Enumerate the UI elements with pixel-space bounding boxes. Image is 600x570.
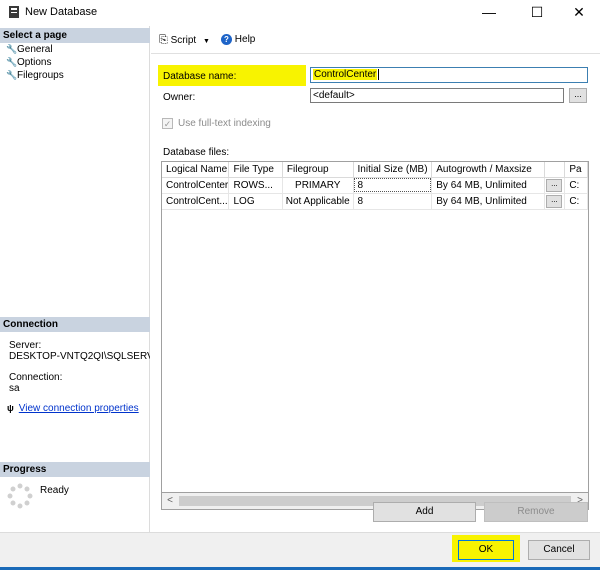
page-item-label: Filegroups bbox=[17, 70, 64, 81]
logical-name-cell[interactable]: ControlCenter bbox=[162, 177, 230, 194]
left-pane: Select a page 🔧General 🔧Options 🔧Filegro… bbox=[0, 26, 150, 562]
help-icon: ? bbox=[221, 34, 232, 45]
view-connection-properties[interactable]: ψ View connection properties bbox=[7, 403, 139, 414]
script-icon: ⎘ bbox=[159, 34, 168, 46]
connection-header: Connection bbox=[0, 317, 150, 332]
path-cell[interactable]: C: bbox=[564, 177, 588, 194]
initial-size-cell[interactable]: 8 bbox=[353, 193, 433, 210]
minimize-button[interactable]: — bbox=[467, 0, 511, 24]
filegroup-cell[interactable]: Not Applicable bbox=[282, 193, 354, 210]
owner-label: Owner: bbox=[163, 92, 196, 103]
autogrowth-cell: By 64 MB, Unlimited bbox=[431, 177, 546, 194]
progress-spinner-icon bbox=[7, 483, 33, 509]
connection-label: Connection: bbox=[9, 372, 63, 383]
column-header[interactable] bbox=[544, 162, 566, 178]
close-button[interactable]: ✕ bbox=[557, 0, 600, 24]
ok-button[interactable]: OK bbox=[458, 540, 514, 560]
owner-browse-button[interactable]: ... bbox=[569, 88, 587, 103]
right-pane: ⎘ Script ▼ ? Help Database name: Control… bbox=[151, 26, 600, 562]
script-button[interactable]: ⎘ Script ▼ bbox=[159, 34, 210, 47]
database-name-label: Database name: bbox=[163, 71, 237, 82]
column-header[interactable]: Filegroup bbox=[282, 162, 354, 178]
progress-status: Ready bbox=[40, 485, 69, 496]
connection-value: sa bbox=[9, 383, 20, 394]
column-header[interactable]: Autogrowth / Maxsize bbox=[431, 162, 546, 178]
database-files-grid[interactable]: Logical Name File Type Filegroup Initial… bbox=[161, 161, 589, 493]
autogrowth-cell: By 64 MB, Unlimited bbox=[431, 193, 546, 210]
owner-input[interactable]: <default> bbox=[310, 88, 564, 103]
chevron-down-icon: ▼ bbox=[202, 38, 210, 45]
server-label: Server: bbox=[9, 340, 42, 351]
page-item-label: General bbox=[17, 44, 53, 55]
column-header[interactable]: Initial Size (MB) bbox=[353, 162, 433, 178]
help-label: Help bbox=[234, 34, 256, 45]
add-button[interactable]: Add bbox=[373, 502, 476, 522]
filegroup-cell[interactable]: PRIMARY bbox=[282, 177, 354, 194]
autogrowth-button-cell: ... bbox=[544, 193, 566, 210]
autogrowth-edit-button[interactable]: ... bbox=[546, 194, 563, 208]
autogrowth-edit-button[interactable]: ... bbox=[546, 178, 563, 192]
maximize-button[interactable]: ☐ bbox=[515, 0, 559, 24]
path-cell[interactable]: C: bbox=[564, 193, 588, 210]
text-cursor bbox=[378, 69, 380, 80]
view-connection-link[interactable]: View connection properties bbox=[19, 403, 139, 414]
column-header[interactable]: File Type bbox=[228, 162, 283, 178]
fulltext-label: Use full-text indexing bbox=[178, 118, 271, 129]
scroll-left-icon[interactable]: < bbox=[163, 495, 177, 506]
owner-value: <default> bbox=[313, 90, 355, 101]
wrench-icon: 🔧 bbox=[6, 57, 18, 67]
wrench-icon: 🔧 bbox=[6, 70, 18, 80]
page-item-label: Options bbox=[17, 57, 52, 68]
page-item-general[interactable]: 🔧General bbox=[6, 43, 53, 55]
connection-properties-icon: ψ bbox=[7, 403, 14, 413]
page-item-filegroups[interactable]: 🔧Filegroups bbox=[6, 69, 64, 81]
progress-header: Progress bbox=[0, 462, 150, 477]
title-bar: New Database — ☐ ✕ bbox=[0, 0, 600, 24]
file-type-cell[interactable]: ROWS... bbox=[228, 177, 283, 194]
help-button[interactable]: ? Help bbox=[221, 34, 255, 45]
database-name-input[interactable]: ControlCenter bbox=[310, 67, 588, 83]
table-row[interactable]: ControlCent... LOG Not Applicable 8 By 6… bbox=[162, 193, 588, 210]
table-header-row: Logical Name File Type Filegroup Initial… bbox=[162, 162, 588, 178]
remove-button[interactable]: Remove bbox=[484, 502, 588, 522]
page-item-options[interactable]: 🔧Options bbox=[6, 56, 51, 68]
database-app-icon bbox=[9, 6, 19, 18]
cancel-button[interactable]: Cancel bbox=[528, 540, 590, 560]
wrench-icon: 🔧 bbox=[6, 44, 18, 54]
column-header[interactable]: Pa bbox=[564, 162, 588, 178]
fulltext-checkbox[interactable]: ✓ bbox=[162, 118, 173, 129]
server-value: DESKTOP-VNTQ2QI\SQLSERVE bbox=[9, 351, 150, 362]
database-files-label: Database files: bbox=[163, 147, 230, 158]
database-files-table: Logical Name File Type Filegroup Initial… bbox=[162, 162, 588, 210]
initial-size-cell[interactable]: 8 bbox=[353, 177, 433, 194]
autogrowth-button-cell: ... bbox=[544, 177, 566, 194]
file-type-cell[interactable]: LOG bbox=[228, 193, 283, 210]
column-header[interactable]: Logical Name bbox=[162, 162, 230, 178]
window-title: New Database bbox=[25, 6, 98, 18]
select-page-header: Select a page bbox=[0, 28, 150, 43]
toolbar: ⎘ Script ▼ ? Help bbox=[151, 26, 600, 54]
script-label: Script bbox=[170, 35, 197, 46]
logical-name-cell[interactable]: ControlCent... bbox=[162, 193, 230, 210]
database-name-value: ControlCenter bbox=[313, 69, 378, 80]
table-row[interactable]: ControlCenter ROWS... PRIMARY 8 By 64 MB… bbox=[162, 177, 588, 194]
